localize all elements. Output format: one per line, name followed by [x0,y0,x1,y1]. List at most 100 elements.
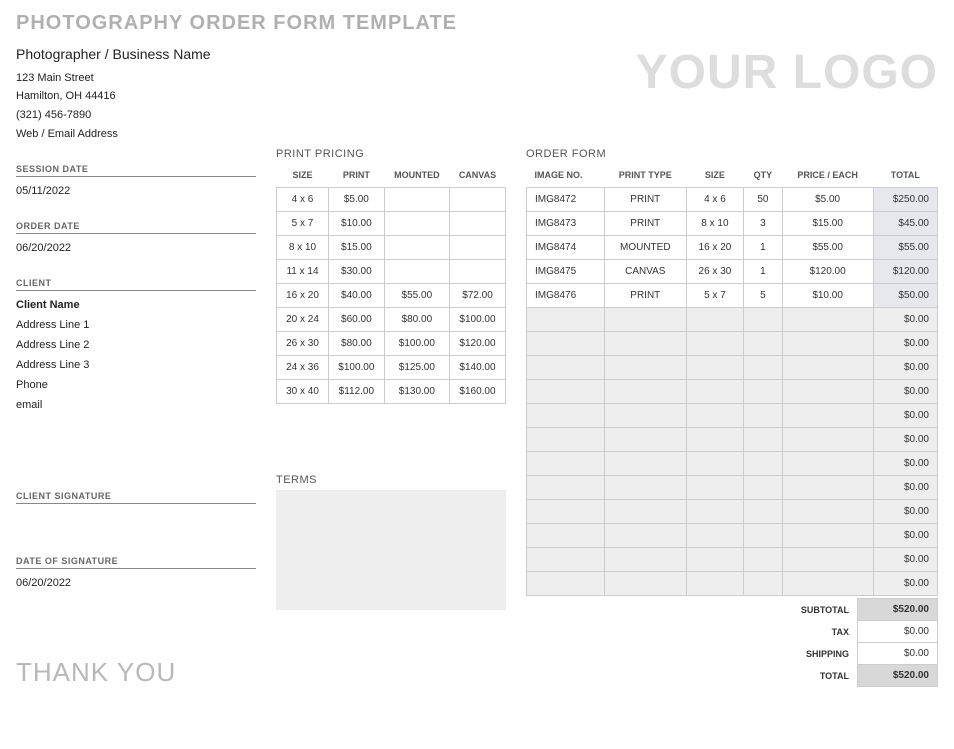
table-row: $0.00 [527,404,938,428]
pricing-cell: $100.00 [384,332,449,356]
table-row: $0.00 [527,572,938,596]
subtotal-value: $520.00 [858,599,938,621]
order-total-cell: $0.00 [873,332,937,356]
order-col-size: SIZE [686,164,744,188]
pricing-cell: $125.00 [384,356,449,380]
order-cell [782,380,873,404]
order-cell [686,356,744,380]
order-cell [604,452,686,476]
client-addr3: Address Line 3 [16,355,256,375]
order-total-cell: $250.00 [873,188,937,212]
order-cell: $55.00 [782,236,873,260]
order-cell [686,476,744,500]
order-cell: 1 [744,260,782,284]
pricing-cell: 26 x 30 [277,332,329,356]
order-cell: PRINT [604,188,686,212]
order-cell: 5 x 7 [686,284,744,308]
pricing-title: PRINT PRICING [276,148,506,160]
session-date-label: SESSION DATE [16,164,256,177]
order-cell [527,428,605,452]
order-cell: $120.00 [782,260,873,284]
order-total-cell: $0.00 [873,404,937,428]
order-total-cell: $45.00 [873,212,937,236]
pricing-cell: $130.00 [384,380,449,404]
order-cell [782,404,873,428]
order-cell [527,548,605,572]
table-row: $0.00 [527,308,938,332]
order-cell: IMG8474 [527,236,605,260]
order-cell: $10.00 [782,284,873,308]
order-cell [527,572,605,596]
order-cell: IMG8472 [527,188,605,212]
pricing-cell: 20 x 24 [277,308,329,332]
table-row: $0.00 [527,548,938,572]
pricing-cell: $30.00 [328,260,384,284]
order-cell: 3 [744,212,782,236]
client-addr1: Address Line 1 [16,315,256,335]
pricing-cell: $60.00 [328,308,384,332]
table-row: $0.00 [527,380,938,404]
table-row: 20 x 24$60.00$80.00$100.00 [277,308,506,332]
order-cell [527,500,605,524]
order-cell [782,332,873,356]
tax-value: $0.00 [858,621,938,643]
order-total-cell: $0.00 [873,308,937,332]
order-col-price: PRICE / EACH [782,164,873,188]
order-total-cell: $0.00 [873,500,937,524]
order-cell: 8 x 10 [686,212,744,236]
thank-you: THANK YOU [16,657,256,688]
table-row: 11 x 14$30.00 [277,260,506,284]
sig-date: 06/20/2022 [16,573,256,597]
order-cell [686,332,744,356]
order-cell [604,572,686,596]
order-cell [744,524,782,548]
pricing-cell: 4 x 6 [277,188,329,212]
pricing-cell [449,236,505,260]
table-row: $0.00 [527,476,938,500]
business-block: Photographer / Business Name 123 Main St… [16,43,211,144]
order-cell: IMG8476 [527,284,605,308]
order-cell: 1 [744,236,782,260]
pricing-cell [449,188,505,212]
table-row: $0.00 [527,524,938,548]
order-cell [744,500,782,524]
order-date: 06/20/2022 [16,238,256,262]
order-total-cell: $0.00 [873,476,937,500]
order-cell: 4 x 6 [686,188,744,212]
order-cell [527,404,605,428]
business-web: Web / Email Address [16,125,211,144]
order-cell [686,500,744,524]
order-cell [686,404,744,428]
pricing-cell: $10.00 [328,212,384,236]
order-total-cell: $55.00 [873,236,937,260]
order-col-type: PRINT TYPE [604,164,686,188]
order-total-cell: $120.00 [873,260,937,284]
order-cell: PRINT [604,212,686,236]
client-signature-label: CLIENT SIGNATURE [16,491,256,504]
order-cell: 16 x 20 [686,236,744,260]
table-row: IMG8476PRINT5 x 75$10.00$50.00 [527,284,938,308]
client-phone: Phone [16,375,256,395]
order-cell [744,476,782,500]
order-cell [527,356,605,380]
business-phone: (321) 456-7890 [16,106,211,125]
total-label: TOTAL [526,665,858,687]
pricing-cell: 30 x 40 [277,380,329,404]
pricing-cell: $120.00 [449,332,505,356]
pricing-cell [384,188,449,212]
order-cell [604,476,686,500]
pricing-cell: $80.00 [384,308,449,332]
pricing-cell [384,212,449,236]
table-row: 24 x 36$100.00$125.00$140.00 [277,356,506,380]
table-row: 4 x 6$5.00 [277,188,506,212]
order-cell [604,404,686,428]
table-row: 8 x 10$15.00 [277,236,506,260]
pricing-col-canvas: CANVAS [449,164,505,188]
order-cell [604,524,686,548]
order-total-cell: $0.00 [873,356,937,380]
order-cell [527,332,605,356]
order-cell [604,332,686,356]
order-cell [782,548,873,572]
order-cell [744,572,782,596]
pricing-cell [384,236,449,260]
